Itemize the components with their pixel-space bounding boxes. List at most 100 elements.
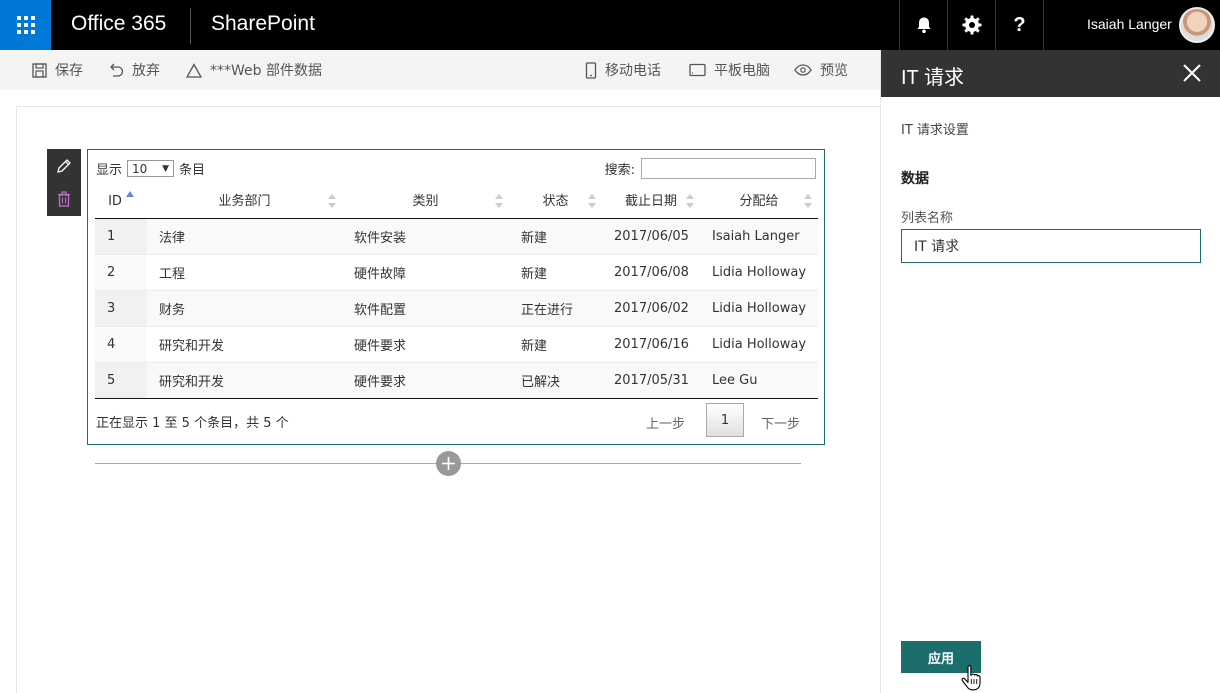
- cell-department: 财务: [147, 289, 342, 326]
- undo-icon: [110, 63, 124, 77]
- waffle-icon[interactable]: [0, 0, 51, 50]
- save-label: 保存: [55, 63, 83, 79]
- tablet-preview-button[interactable]: 平板电脑: [689, 50, 770, 90]
- gear-icon[interactable]: [947, 0, 995, 50]
- save-button[interactable]: 保存: [32, 50, 83, 90]
- cell-department: 研究和开发: [147, 325, 342, 362]
- list-name-label: 列表名称: [901, 211, 954, 226]
- webpart-data-button[interactable]: ***Web 部件数据: [186, 50, 322, 90]
- cell-status: 新建: [509, 253, 602, 290]
- table-row[interactable]: 3 财务 软件配置 正在进行 2017/06/02 Lidia Holloway: [95, 289, 818, 326]
- page-length-control: 显示 10 ▼ 条目: [96, 159, 205, 178]
- column-header-category[interactable]: 类别: [342, 182, 509, 219]
- sort-icon: [804, 194, 812, 208]
- pane-group-heading: 数据: [901, 171, 929, 187]
- webpart-toolbar: [47, 149, 81, 216]
- pencil-icon: [57, 158, 71, 173]
- entries-label: 条目: [179, 163, 206, 178]
- discard-button[interactable]: 放弃: [108, 50, 160, 90]
- sort-icon: [588, 194, 596, 208]
- table-row[interactable]: 1 法律 软件安装 新建 2017/06/05 Isaiah Langer: [95, 217, 818, 254]
- cell-category: 硬件要求: [342, 361, 509, 399]
- cell-category: 软件安装: [342, 217, 509, 254]
- sort-icon: [495, 194, 503, 208]
- delete-webpart-button[interactable]: [47, 182, 81, 215]
- help-icon[interactable]: ?: [995, 0, 1043, 50]
- table-row[interactable]: 5 研究和开发 硬件要求 已解决 2017/05/31 Lee Gu: [95, 361, 818, 399]
- sort-icon: [328, 194, 336, 208]
- column-header-id[interactable]: ID: [95, 182, 147, 219]
- app-title[interactable]: SharePoint: [211, 12, 315, 36]
- suite-bar: Office 365 SharePoint ? Isaiah Langer: [0, 0, 1220, 50]
- cell-due-date: 2017/06/05: [602, 217, 700, 254]
- property-pane: IT 请求 IT 请求设置 数据 列表名称 IT 请求 应用: [880, 50, 1220, 693]
- sort-ascending-icon: [125, 190, 134, 197]
- previous-page-button[interactable]: 上一步: [646, 413, 685, 432]
- page-number-button[interactable]: 1: [706, 403, 744, 437]
- eye-icon: [794, 64, 812, 76]
- page-length-select[interactable]: 10 ▼: [127, 160, 175, 177]
- column-header-due-date[interactable]: 截止日期: [602, 182, 700, 219]
- bell-icon[interactable]: [899, 0, 947, 50]
- table-row[interactable]: 4 研究和开发 硬件要求 新建 2017/06/16 Lidia Hollowa…: [95, 325, 818, 362]
- user-name[interactable]: Isaiah Langer: [1087, 16, 1172, 32]
- list-name-input[interactable]: IT 请求: [901, 229, 1201, 263]
- mobile-preview-button[interactable]: 移动电话: [585, 50, 661, 90]
- webpart-data-label: ***Web 部件数据: [210, 63, 322, 79]
- cell-status: 正在进行: [509, 289, 602, 326]
- cell-assigned-to: Lidia Holloway: [700, 325, 818, 362]
- cell-id: 1: [95, 217, 147, 254]
- cell-category: 硬件要求: [342, 325, 509, 362]
- discard-label: 放弃: [132, 63, 160, 79]
- table-info: 正在显示 1 至 5 个条目，共 5 个: [96, 416, 289, 431]
- brand-title[interactable]: Office 365: [71, 12, 166, 36]
- pane-subtitle: IT 请求设置: [901, 123, 969, 138]
- cell-due-date: 2017/06/08: [602, 253, 700, 290]
- column-header-assigned-to[interactable]: 分配给: [700, 182, 818, 219]
- cell-due-date: 2017/06/16: [602, 325, 700, 362]
- trash-icon: [58, 190, 70, 207]
- cell-assigned-to: Isaiah Langer: [700, 217, 818, 254]
- next-page-button[interactable]: 下一步: [761, 413, 800, 432]
- cell-category: 软件配置: [342, 289, 509, 326]
- cell-department: 法律: [147, 217, 342, 254]
- column-header-department[interactable]: 业务部门: [147, 182, 342, 219]
- tablet-label: 平板电脑: [714, 63, 770, 79]
- cell-category: 硬件故障: [342, 253, 509, 290]
- cell-id: 5: [95, 361, 147, 399]
- cell-department: 研究和开发: [147, 361, 342, 399]
- cell-assigned-to: Lidia Holloway: [700, 289, 818, 326]
- cell-id: 4: [95, 325, 147, 362]
- cell-department: 工程: [147, 253, 342, 290]
- cell-assigned-to: Lidia Holloway: [700, 253, 818, 290]
- property-pane-header: IT 请求: [881, 50, 1220, 97]
- phone-icon: [585, 61, 597, 79]
- cell-status: 已解决: [509, 361, 602, 399]
- mobile-label: 移动电话: [605, 63, 661, 79]
- add-webpart-button[interactable]: [436, 451, 461, 476]
- table-row[interactable]: 2 工程 硬件故障 新建 2017/06/08 Lidia Holloway: [95, 253, 818, 290]
- table-search: 搜索:: [605, 158, 816, 179]
- it-requests-webpart: 显示 10 ▼ 条目 搜索: ID 业务部门 类别 状态 截止日期 分配给 1 …: [87, 149, 825, 445]
- suite-divider: [1043, 0, 1044, 50]
- tablet-icon: [689, 63, 706, 77]
- preview-label: 预览: [820, 63, 848, 79]
- avatar[interactable]: [1179, 7, 1215, 43]
- pane-title: IT 请求: [901, 67, 964, 89]
- plus-icon: [442, 457, 455, 470]
- page-length-value: 10: [132, 161, 148, 176]
- requests-table: ID 业务部门 类别 状态 截止日期 分配给 1 法律 软件安装 新建 2017…: [95, 182, 818, 399]
- show-label: 显示: [96, 163, 123, 178]
- command-bar: 保存 放弃 ***Web 部件数据 移动电话 平板电脑 预览: [0, 50, 880, 90]
- warning-triangle-icon: [186, 62, 202, 78]
- column-header-status[interactable]: 状态: [509, 182, 602, 219]
- save-icon: [32, 62, 47, 78]
- close-icon[interactable]: [1181, 62, 1203, 84]
- cell-id: 3: [95, 289, 147, 326]
- chevron-down-icon: ▼: [162, 163, 170, 174]
- preview-button[interactable]: 预览: [794, 50, 848, 90]
- hand-cursor-icon: [961, 665, 981, 691]
- edit-webpart-button[interactable]: [47, 149, 81, 182]
- table-header-row: ID 业务部门 类别 状态 截止日期 分配给: [95, 182, 818, 219]
- search-input[interactable]: [641, 158, 816, 179]
